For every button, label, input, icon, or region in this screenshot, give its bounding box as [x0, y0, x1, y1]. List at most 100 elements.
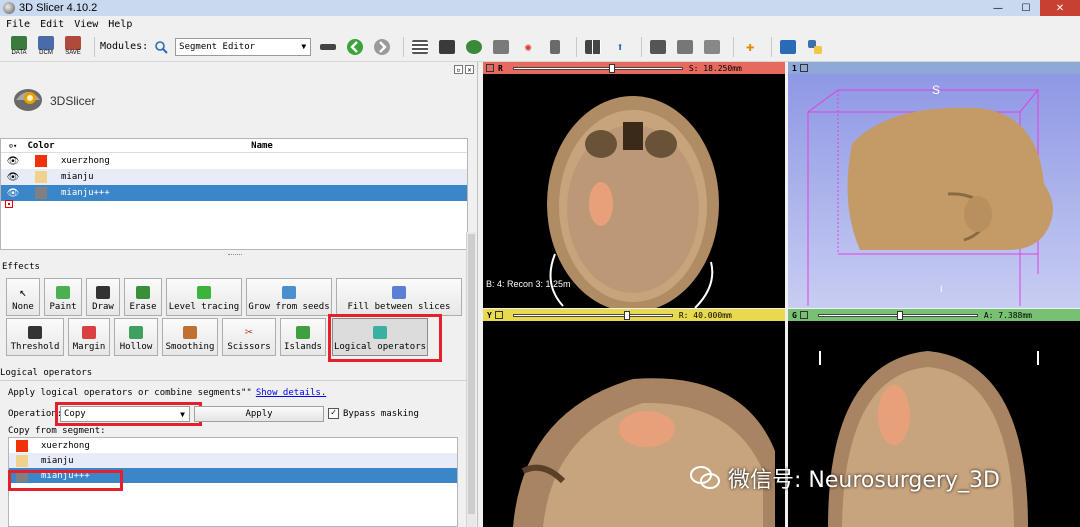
copy-segment-row[interactable]: mianju	[9, 453, 457, 468]
back-arrow-icon[interactable]	[344, 36, 366, 58]
copy-segment-row[interactable]: xuerzhong	[9, 438, 457, 453]
green-slice-controller: G A: 7.388mm	[788, 309, 1080, 321]
red-slice-view[interactable]: R S: 18.250mm B: 4: Recon 3: 1.25m	[483, 62, 785, 308]
menu-view[interactable]: View	[74, 19, 98, 30]
active-segment-marker	[5, 200, 13, 208]
modules-label: Modules:	[100, 41, 149, 52]
effect-label: Scissors	[227, 342, 271, 352]
green-slice-view[interactable]: G A: 7.388mm	[788, 309, 1080, 527]
panel-float-icon[interactable]: ▫	[454, 65, 463, 74]
effect-smoothing-button[interactable]: Smoothing	[162, 318, 218, 356]
splitter-handle[interactable]	[228, 254, 242, 258]
effect-scissors-button[interactable]: ✂ Scissors	[222, 318, 276, 356]
markups-module-icon[interactable]: ✺	[517, 36, 539, 58]
maximize-button[interactable]: ☐	[1012, 0, 1040, 16]
scene-view-icon[interactable]	[674, 36, 696, 58]
effect-label: None	[12, 302, 34, 312]
yellow-slice-view[interactable]: Y R: 40.000mm	[483, 309, 785, 527]
effect-islands-button[interactable]: Islands	[280, 318, 326, 356]
islands-icon	[296, 326, 310, 339]
effect-hollow-button[interactable]: Hollow	[114, 318, 158, 356]
segment-color-swatch[interactable]	[35, 155, 47, 167]
color-column-header[interactable]: Color	[25, 141, 57, 151]
module-history-icon[interactable]	[317, 36, 339, 58]
show-details-link[interactable]: Show details.	[256, 388, 326, 398]
toolbar-separator	[94, 36, 95, 57]
editor-module-icon[interactable]	[544, 36, 566, 58]
segment-row-selected[interactable]: 👁 mianju+++	[1, 185, 467, 201]
menu-bar: File Edit View Help	[0, 16, 1080, 32]
menu-edit[interactable]: Edit	[40, 19, 64, 30]
apply-button[interactable]: Apply	[194, 406, 324, 422]
transforms-module-icon[interactable]	[490, 36, 512, 58]
segment-name[interactable]: mianju+++	[57, 188, 467, 198]
eye-icon[interactable]: 👁	[1, 156, 25, 167]
segment-name[interactable]: xuerzhong	[57, 156, 467, 166]
eye-icon[interactable]: 👁	[1, 172, 25, 183]
segment-color-swatch[interactable]	[35, 187, 47, 199]
slice-offset-slider[interactable]	[817, 310, 978, 320]
highlight-box	[328, 314, 442, 362]
volumes-module-icon[interactable]	[436, 36, 458, 58]
segment-row[interactable]: 👁 xuerzhong	[1, 153, 467, 169]
panel-scrollbar[interactable]	[466, 232, 476, 527]
effect-threshold-button[interactable]: Threshold	[6, 318, 64, 356]
eraser-icon	[136, 286, 150, 299]
screenshot-icon[interactable]	[647, 36, 669, 58]
menu-help[interactable]: Help	[108, 19, 132, 30]
bypass-masking-checkbox[interactable]: ✓	[328, 408, 339, 419]
layout-icon[interactable]	[582, 36, 604, 58]
section-divider	[0, 380, 470, 381]
effect-margin-button[interactable]: Margin	[68, 318, 110, 356]
segments-table: ⊙▾ Color Name 👁 xuerzhong 👁 mianju 👁 mia…	[0, 138, 468, 250]
close-button[interactable]: ✕	[1040, 0, 1080, 16]
segment-row[interactable]: 👁 mianju	[1, 169, 467, 185]
visibility-column-header[interactable]: ⊙▾	[1, 142, 25, 150]
pin-icon[interactable]	[799, 311, 808, 319]
menu-file[interactable]: File	[6, 19, 30, 30]
effect-erase-button[interactable]: Erase	[124, 278, 162, 316]
view-letter: G	[792, 310, 797, 320]
effects-label: Effects	[2, 262, 40, 272]
data-module-icon[interactable]	[409, 36, 431, 58]
effect-fill-between-slices-button[interactable]: Fill between slices	[336, 278, 462, 316]
slice-offset-slider[interactable]	[512, 63, 683, 73]
extension-manager-icon[interactable]	[777, 36, 799, 58]
threed-view[interactable]: 1 S I	[788, 62, 1080, 308]
effect-none-button[interactable]: ↖ None	[6, 278, 40, 316]
cursor-icon: ↖	[19, 285, 27, 299]
title-bar: 3D Slicer 4.10.2 — ☐ ✕	[0, 0, 1080, 16]
scrollbar-thumb[interactable]	[468, 234, 475, 514]
margin-icon	[82, 326, 96, 339]
name-column-header[interactable]: Name	[57, 141, 467, 151]
mouse-mode-icon[interactable]: ✚	[739, 36, 761, 58]
slicer-app-icon	[3, 2, 15, 14]
crosshair-dropdown-icon[interactable]: ⬆	[609, 36, 631, 58]
effect-grow-from-seeds-button[interactable]: Grow from seeds	[246, 278, 332, 316]
effect-level-tracing-button[interactable]: Level tracing	[166, 278, 242, 316]
module-selector[interactable]: Segment Editor ▼	[175, 37, 312, 56]
scene-restore-icon[interactable]	[701, 36, 723, 58]
module-search-icon[interactable]	[152, 36, 170, 58]
load-data-button[interactable]: DATA	[8, 36, 30, 58]
python-console-icon[interactable]	[804, 36, 826, 58]
save-button[interactable]: SAVE	[62, 36, 84, 58]
pin-icon[interactable]	[494, 311, 503, 319]
eye-icon[interactable]: 👁	[1, 188, 25, 199]
segment-name[interactable]: mianju	[57, 172, 467, 182]
minimize-button[interactable]: —	[984, 0, 1012, 16]
segment-color-swatch[interactable]	[35, 171, 47, 183]
models-module-icon[interactable]	[463, 36, 485, 58]
panel-close-icon[interactable]: ✕	[465, 65, 474, 74]
forward-arrow-icon[interactable]	[371, 36, 393, 58]
effect-paint-button[interactable]: Paint	[44, 278, 82, 316]
effect-draw-button[interactable]: Draw	[86, 278, 120, 316]
pencil-icon	[96, 286, 110, 299]
pin-icon[interactable]	[799, 64, 808, 72]
logo-text: 3DSlicer	[50, 94, 96, 108]
orientation-marker-bottom: I	[940, 284, 943, 294]
copy-from-segment-label: Copy from segment:	[8, 426, 106, 436]
pin-icon[interactable]	[486, 64, 494, 72]
load-dicom-button[interactable]: DCM	[35, 36, 57, 58]
slice-offset-slider[interactable]	[512, 310, 673, 320]
